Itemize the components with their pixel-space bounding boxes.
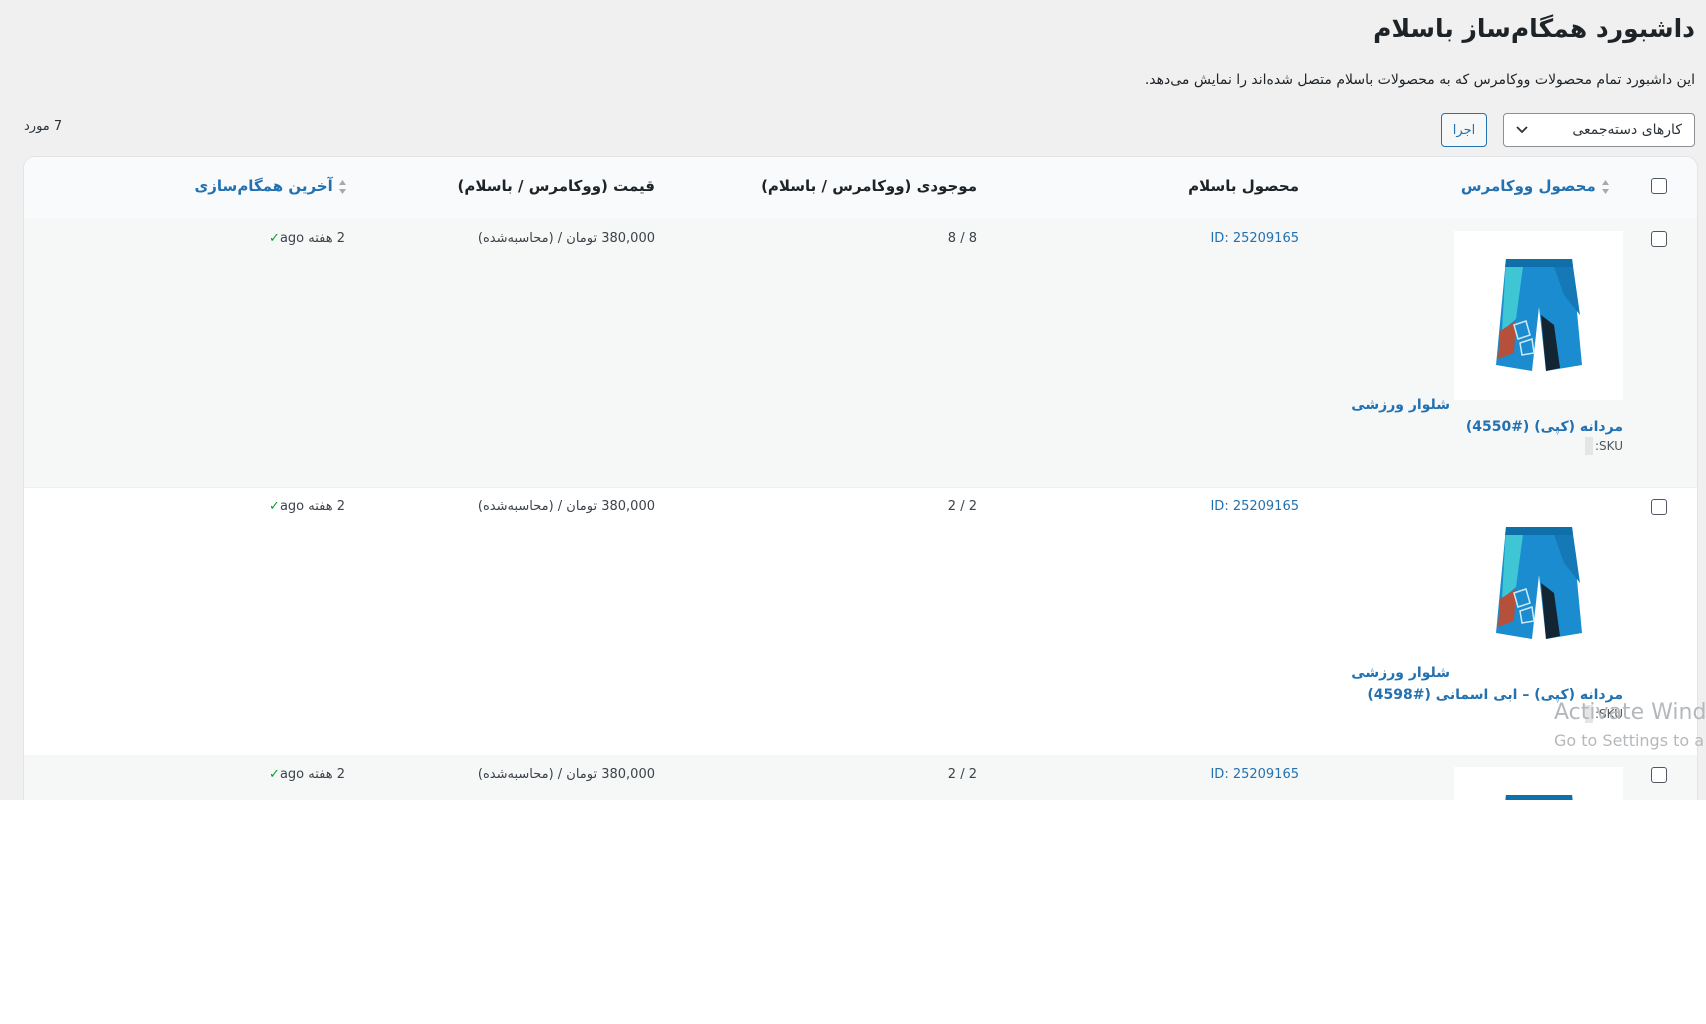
- last-sync: ✓2 هفته ago: [269, 231, 345, 246]
- sort-icon: [1602, 179, 1609, 194]
- apply-button[interactable]: اجرا: [1441, 113, 1487, 147]
- basalam-product-id[interactable]: ID: 25209165: [1210, 231, 1299, 246]
- price-value: 380,000 تومان / (محاسبه‌شده): [477, 767, 655, 782]
- products-table: محصول ووکامرس محصول باسلام موجودی (ووکام…: [23, 156, 1698, 800]
- table-header: محصول ووکامرس محصول باسلام موجودی (ووکام…: [24, 157, 1697, 220]
- column-stock: موجودی (ووکامرس / باسلام): [761, 177, 977, 195]
- shorts-image: [1504, 794, 1573, 800]
- stock-value: 2 / 2: [947, 767, 977, 782]
- column-label: محصول ووکامرس: [1460, 177, 1596, 195]
- sync-time: 2 هفته ago: [279, 767, 345, 782]
- price-value: 380,000 تومان / (محاسبه‌شده): [477, 231, 655, 246]
- product-name-line1[interactable]: شلوار ورزشی: [1351, 394, 1450, 416]
- check-icon: ✓: [269, 767, 280, 782]
- column-woo-product[interactable]: محصول ووکامرس: [1461, 177, 1615, 195]
- product-thumbnail[interactable]: [1454, 767, 1623, 800]
- column-basalam-product: محصول باسلام: [1188, 177, 1299, 195]
- windows-activation-watermark: Activate Wind Go to Settings to a: [1554, 700, 1706, 750]
- product-thumbnail[interactable]: [1454, 231, 1623, 400]
- product-sku: SKU:: [1585, 437, 1623, 455]
- basalam-product-id[interactable]: ID: 25209165: [1210, 767, 1299, 782]
- product-name-line2[interactable]: مردانه (کپی) (#4550): [1466, 416, 1623, 438]
- row-checkbox[interactable]: [1651, 231, 1667, 247]
- item-count: 7 مورد: [24, 119, 63, 134]
- bulk-actions-label: کارهای دسته‌جمعی: [1572, 122, 1682, 138]
- product-thumbnail[interactable]: [1454, 499, 1623, 668]
- sku-label: SKU:: [1595, 439, 1623, 453]
- page-description: این داشبورد تمام محصولات ووکامرس که به م…: [1144, 72, 1695, 88]
- watermark-line1: Activate Wind: [1554, 700, 1706, 725]
- table-row: شلوار ورزشی مردانه (کپی) – ابی اسمانی (#…: [24, 487, 1697, 756]
- stock-value: 2 / 2: [947, 499, 977, 514]
- sync-time: 2 هفته ago: [279, 231, 345, 246]
- shorts-image: [1495, 526, 1582, 639]
- price-value: 380,000 تومان / (محاسبه‌شده): [477, 499, 655, 514]
- column-price: قیمت (ووکامرس / باسلام): [457, 177, 655, 195]
- table-row: ID: 25209165 2 / 2 380,000 تومان / (محاس…: [24, 755, 1697, 800]
- watermark-line2: Go to Settings to a: [1554, 731, 1705, 750]
- bulk-actions-select[interactable]: کارهای دسته‌جمعی: [1503, 113, 1695, 147]
- row-checkbox[interactable]: [1651, 499, 1667, 515]
- check-icon: ✓: [269, 499, 280, 514]
- last-sync: ✓2 هفته ago: [269, 767, 345, 782]
- basalam-product-id[interactable]: ID: 25209165: [1210, 499, 1299, 514]
- last-sync: ✓2 هفته ago: [269, 499, 345, 514]
- select-all-checkbox[interactable]: [1651, 178, 1667, 194]
- dashboard-canvas: داشبورد همگام‌ساز باسلام این داشبورد تما…: [0, 0, 1706, 800]
- row-checkbox[interactable]: [1651, 767, 1667, 783]
- sort-icon: [339, 179, 346, 194]
- page-title: داشبورد همگام‌ساز باسلام: [1373, 14, 1695, 43]
- check-icon: ✓: [269, 231, 280, 246]
- sku-value: [1585, 437, 1593, 455]
- column-label: آخرین همگام‌سازی: [194, 177, 333, 195]
- column-last-sync[interactable]: آخرین همگام‌سازی: [195, 177, 352, 195]
- chevron-down-icon: [1516, 126, 1528, 134]
- sync-time: 2 هفته ago: [279, 499, 345, 514]
- table-row: شلوار ورزشی مردانه (کپی) (#4550) SKU: ID…: [24, 219, 1697, 488]
- stock-value: 8 / 8: [947, 231, 977, 246]
- product-name-line1[interactable]: شلوار ورزشی: [1351, 662, 1450, 684]
- shorts-image: [1495, 258, 1582, 371]
